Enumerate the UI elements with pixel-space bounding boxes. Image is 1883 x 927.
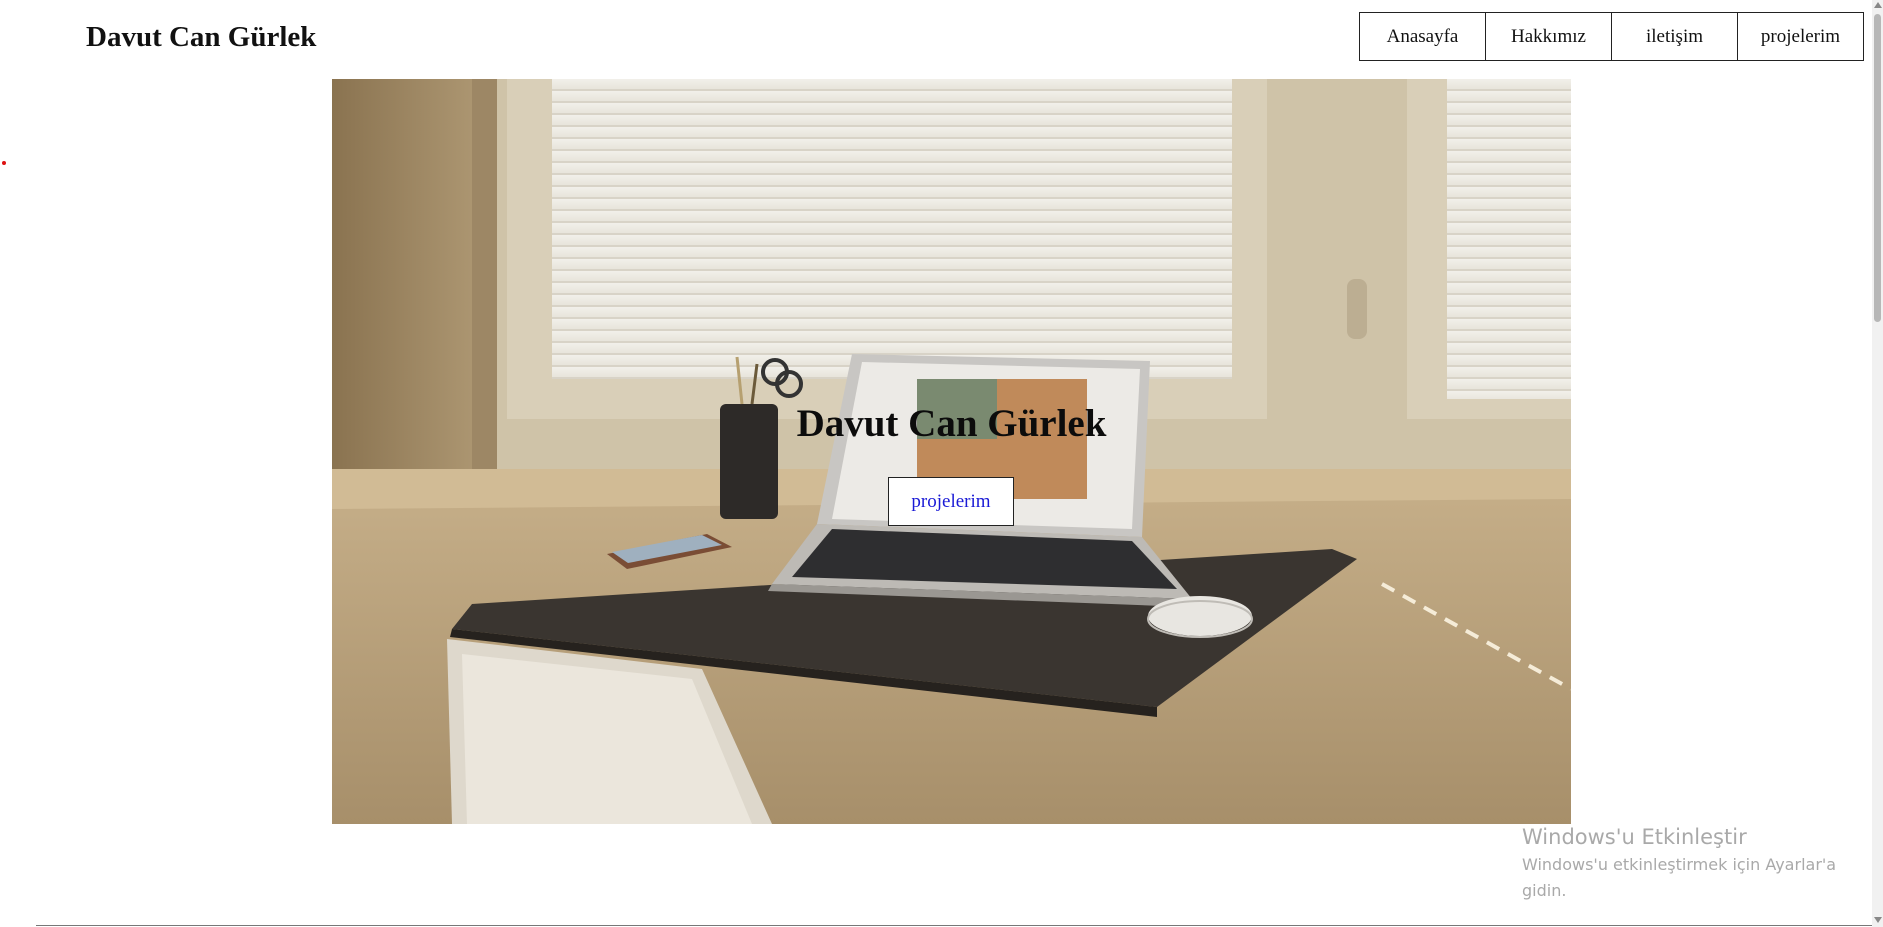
footer-divider — [36, 925, 1872, 926]
hero-title: Davut Can Gürlek — [796, 402, 1107, 445]
page: Davut Can Gürlek Anasayfa Hakkımız ileti… — [0, 0, 1883, 927]
nav-anasayfa[interactable]: Anasayfa — [1359, 12, 1486, 61]
windows-activation-watermark: Windows'u Etkinleştir Windows'u etkinleş… — [1522, 822, 1883, 904]
red-dot-marker — [2, 161, 6, 165]
nav-hakkimiz[interactable]: Hakkımız — [1485, 12, 1612, 61]
site-brand: Davut Can Gürlek — [86, 21, 317, 53]
nav-projelerim[interactable]: projelerim — [1737, 12, 1864, 61]
scroll-thumb[interactable] — [1874, 14, 1881, 322]
vertical-scrollbar[interactable] — [1872, 0, 1883, 927]
hero-desk-image — [332, 79, 1571, 824]
scroll-down-arrow-icon[interactable] — [1874, 917, 1882, 923]
scroll-up-arrow-icon[interactable] — [1874, 2, 1882, 8]
main-nav: Anasayfa Hakkımız iletişim projelerim — [1359, 12, 1864, 61]
hero-projects-button[interactable]: projelerim — [888, 477, 1014, 526]
watermark-title: Windows'u Etkinleştir — [1522, 825, 1747, 849]
nav-iletisim[interactable]: iletişim — [1611, 12, 1738, 61]
watermark-subtitle: Windows'u etkinleştirmek için Ayarlar'a … — [1522, 855, 1837, 900]
hero-section: Davut Can Gürlek projelerim — [332, 79, 1571, 824]
